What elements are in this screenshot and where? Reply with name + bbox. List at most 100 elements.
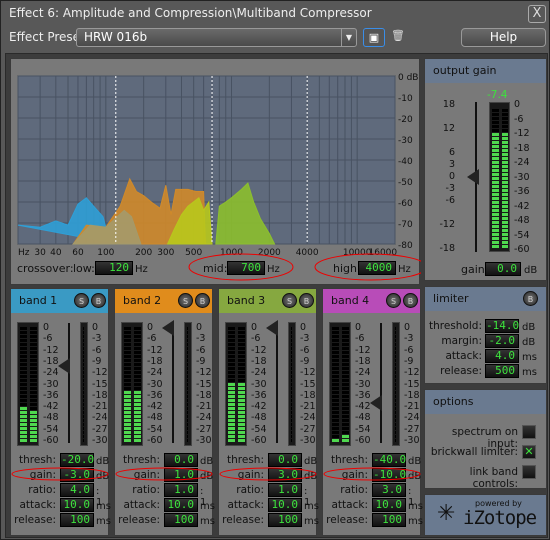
- scale-label: -9: [404, 355, 414, 367]
- ratio-input[interactable]: 1.0: [268, 483, 302, 497]
- meter-segment: [124, 431, 131, 434]
- limiter-threshold-input[interactable]: -14.0: [485, 319, 519, 333]
- attack-input[interactable]: 10.0: [268, 498, 302, 512]
- scale-label: 0: [404, 322, 411, 333]
- meter-segment: [501, 113, 508, 116]
- save-preset-button[interactable]: ▣: [363, 28, 385, 47]
- scale-label: -18: [43, 355, 59, 367]
- meter-segment: [30, 363, 37, 366]
- release-input[interactable]: 100: [164, 513, 198, 527]
- limiter-bypass-button[interactable]: B: [523, 291, 538, 306]
- freq-tick-label: 2000: [258, 248, 281, 258]
- threshold-slider-track[interactable]: [380, 323, 382, 443]
- meter-segment: [291, 407, 292, 410]
- bypass-button[interactable]: B: [91, 293, 106, 308]
- meter-segment: [30, 423, 37, 426]
- meter-segment: [238, 331, 245, 334]
- release-input[interactable]: 100: [268, 513, 302, 527]
- meter-segment: [30, 351, 37, 354]
- meter-segment: [134, 403, 141, 406]
- low-crossover-input[interactable]: 120: [95, 261, 133, 275]
- scale-label: -6: [404, 344, 414, 356]
- threshold-slider-handle[interactable]: [266, 320, 278, 336]
- spectrum-on-input-checkbox[interactable]: [522, 425, 536, 439]
- limiter-attack-input[interactable]: 4.0: [485, 349, 519, 363]
- meter-segment: [395, 327, 396, 330]
- help-button[interactable]: Help: [461, 28, 546, 47]
- meter-segment: [332, 411, 339, 414]
- release-input[interactable]: 100: [372, 513, 406, 527]
- freq-tick-label: 30: [34, 248, 46, 258]
- meter-segment: [291, 359, 292, 362]
- high-crossover-input[interactable]: 4000: [358, 261, 396, 275]
- meter-segment: [492, 205, 499, 208]
- izotope-logo: ✳ powered by iZotope: [424, 494, 547, 536]
- meter-segment: [492, 181, 499, 184]
- db-tick-label: -50: [398, 178, 413, 188]
- meter-segment: [238, 403, 245, 406]
- threshold-slider-handle[interactable]: [370, 395, 382, 412]
- meter-segment: [492, 225, 499, 228]
- ratio-input[interactable]: 1.0: [164, 483, 198, 497]
- meter-segment: [134, 431, 141, 434]
- band-panel-4: band 4 S B 0 -6 -12 -18 -24 -30 -36 -42 -48 -54 -60…: [322, 288, 423, 536]
- meter-segment: [187, 347, 188, 350]
- ratio-input[interactable]: 4.0: [60, 483, 94, 497]
- meter-segment: [332, 347, 339, 350]
- mid-crossover-input[interactable]: 700: [227, 261, 265, 275]
- meter-segment: [501, 129, 508, 132]
- meter-segment: [124, 423, 131, 426]
- meter-segment: [124, 367, 131, 370]
- threshold-slider-track[interactable]: [276, 323, 278, 443]
- threshold-slider-handle[interactable]: [162, 320, 174, 336]
- meter-segment: [501, 229, 508, 232]
- solo-button[interactable]: S: [282, 293, 297, 308]
- close-button[interactable]: X: [528, 5, 546, 23]
- meter-segment: [291, 435, 292, 438]
- db-unit: dB: [522, 322, 536, 333]
- preset-dropdown[interactable]: HRW 016b ▼: [76, 28, 357, 47]
- meter-segment: [501, 137, 508, 140]
- threshold-slider-track[interactable]: [172, 323, 174, 443]
- solo-button[interactable]: S: [178, 293, 193, 308]
- meter-segment: [83, 351, 84, 354]
- attack-input[interactable]: 10.0: [164, 498, 198, 512]
- meter-segment: [238, 339, 245, 342]
- meter-segment: [83, 391, 84, 394]
- attack-input[interactable]: 10.0: [372, 498, 406, 512]
- meter-segment: [332, 327, 339, 330]
- trash-icon[interactable]: 🗑: [391, 29, 405, 42]
- release-input[interactable]: 100: [60, 513, 94, 527]
- solo-button[interactable]: S: [386, 293, 401, 308]
- threshold-slider-track[interactable]: [68, 323, 70, 443]
- meter-segment: [395, 391, 396, 394]
- link-band-controls-checkbox[interactable]: [522, 465, 536, 479]
- scale-label: -15: [92, 378, 108, 390]
- limiter-release-input[interactable]: 500: [485, 364, 519, 378]
- scale-label: -9: [300, 355, 310, 367]
- limiter-title: limiter: [433, 292, 469, 305]
- chevron-down-icon[interactable]: ▼: [341, 29, 356, 46]
- meter-segment: [291, 423, 292, 426]
- bypass-button[interactable]: B: [195, 293, 210, 308]
- ratio-input[interactable]: 3.0: [372, 483, 406, 497]
- release-label: release:: [222, 514, 264, 526]
- band-title: band 2: [123, 294, 162, 307]
- meter-segment: [228, 403, 235, 406]
- meter-segment: [134, 435, 141, 438]
- bypass-button[interactable]: B: [299, 293, 314, 308]
- brickwall-limiter-checkbox[interactable]: ✕: [522, 445, 536, 459]
- scale-label: -60: [514, 244, 530, 255]
- limiter-margin-input[interactable]: -2.0: [485, 334, 519, 348]
- meter-segment: [187, 431, 188, 434]
- output-gain-input[interactable]: 0.0: [485, 262, 521, 276]
- meter-segment: [20, 375, 27, 378]
- solo-button[interactable]: S: [74, 293, 89, 308]
- output-gain-slider-handle[interactable]: [467, 169, 479, 185]
- meter-segment: [187, 395, 188, 398]
- bypass-button[interactable]: B: [403, 293, 418, 308]
- threshold-slider-handle[interactable]: [58, 357, 70, 374]
- meter-segment: [291, 331, 292, 334]
- attack-input[interactable]: 10.0: [60, 498, 94, 512]
- scale-label: -12: [196, 367, 212, 379]
